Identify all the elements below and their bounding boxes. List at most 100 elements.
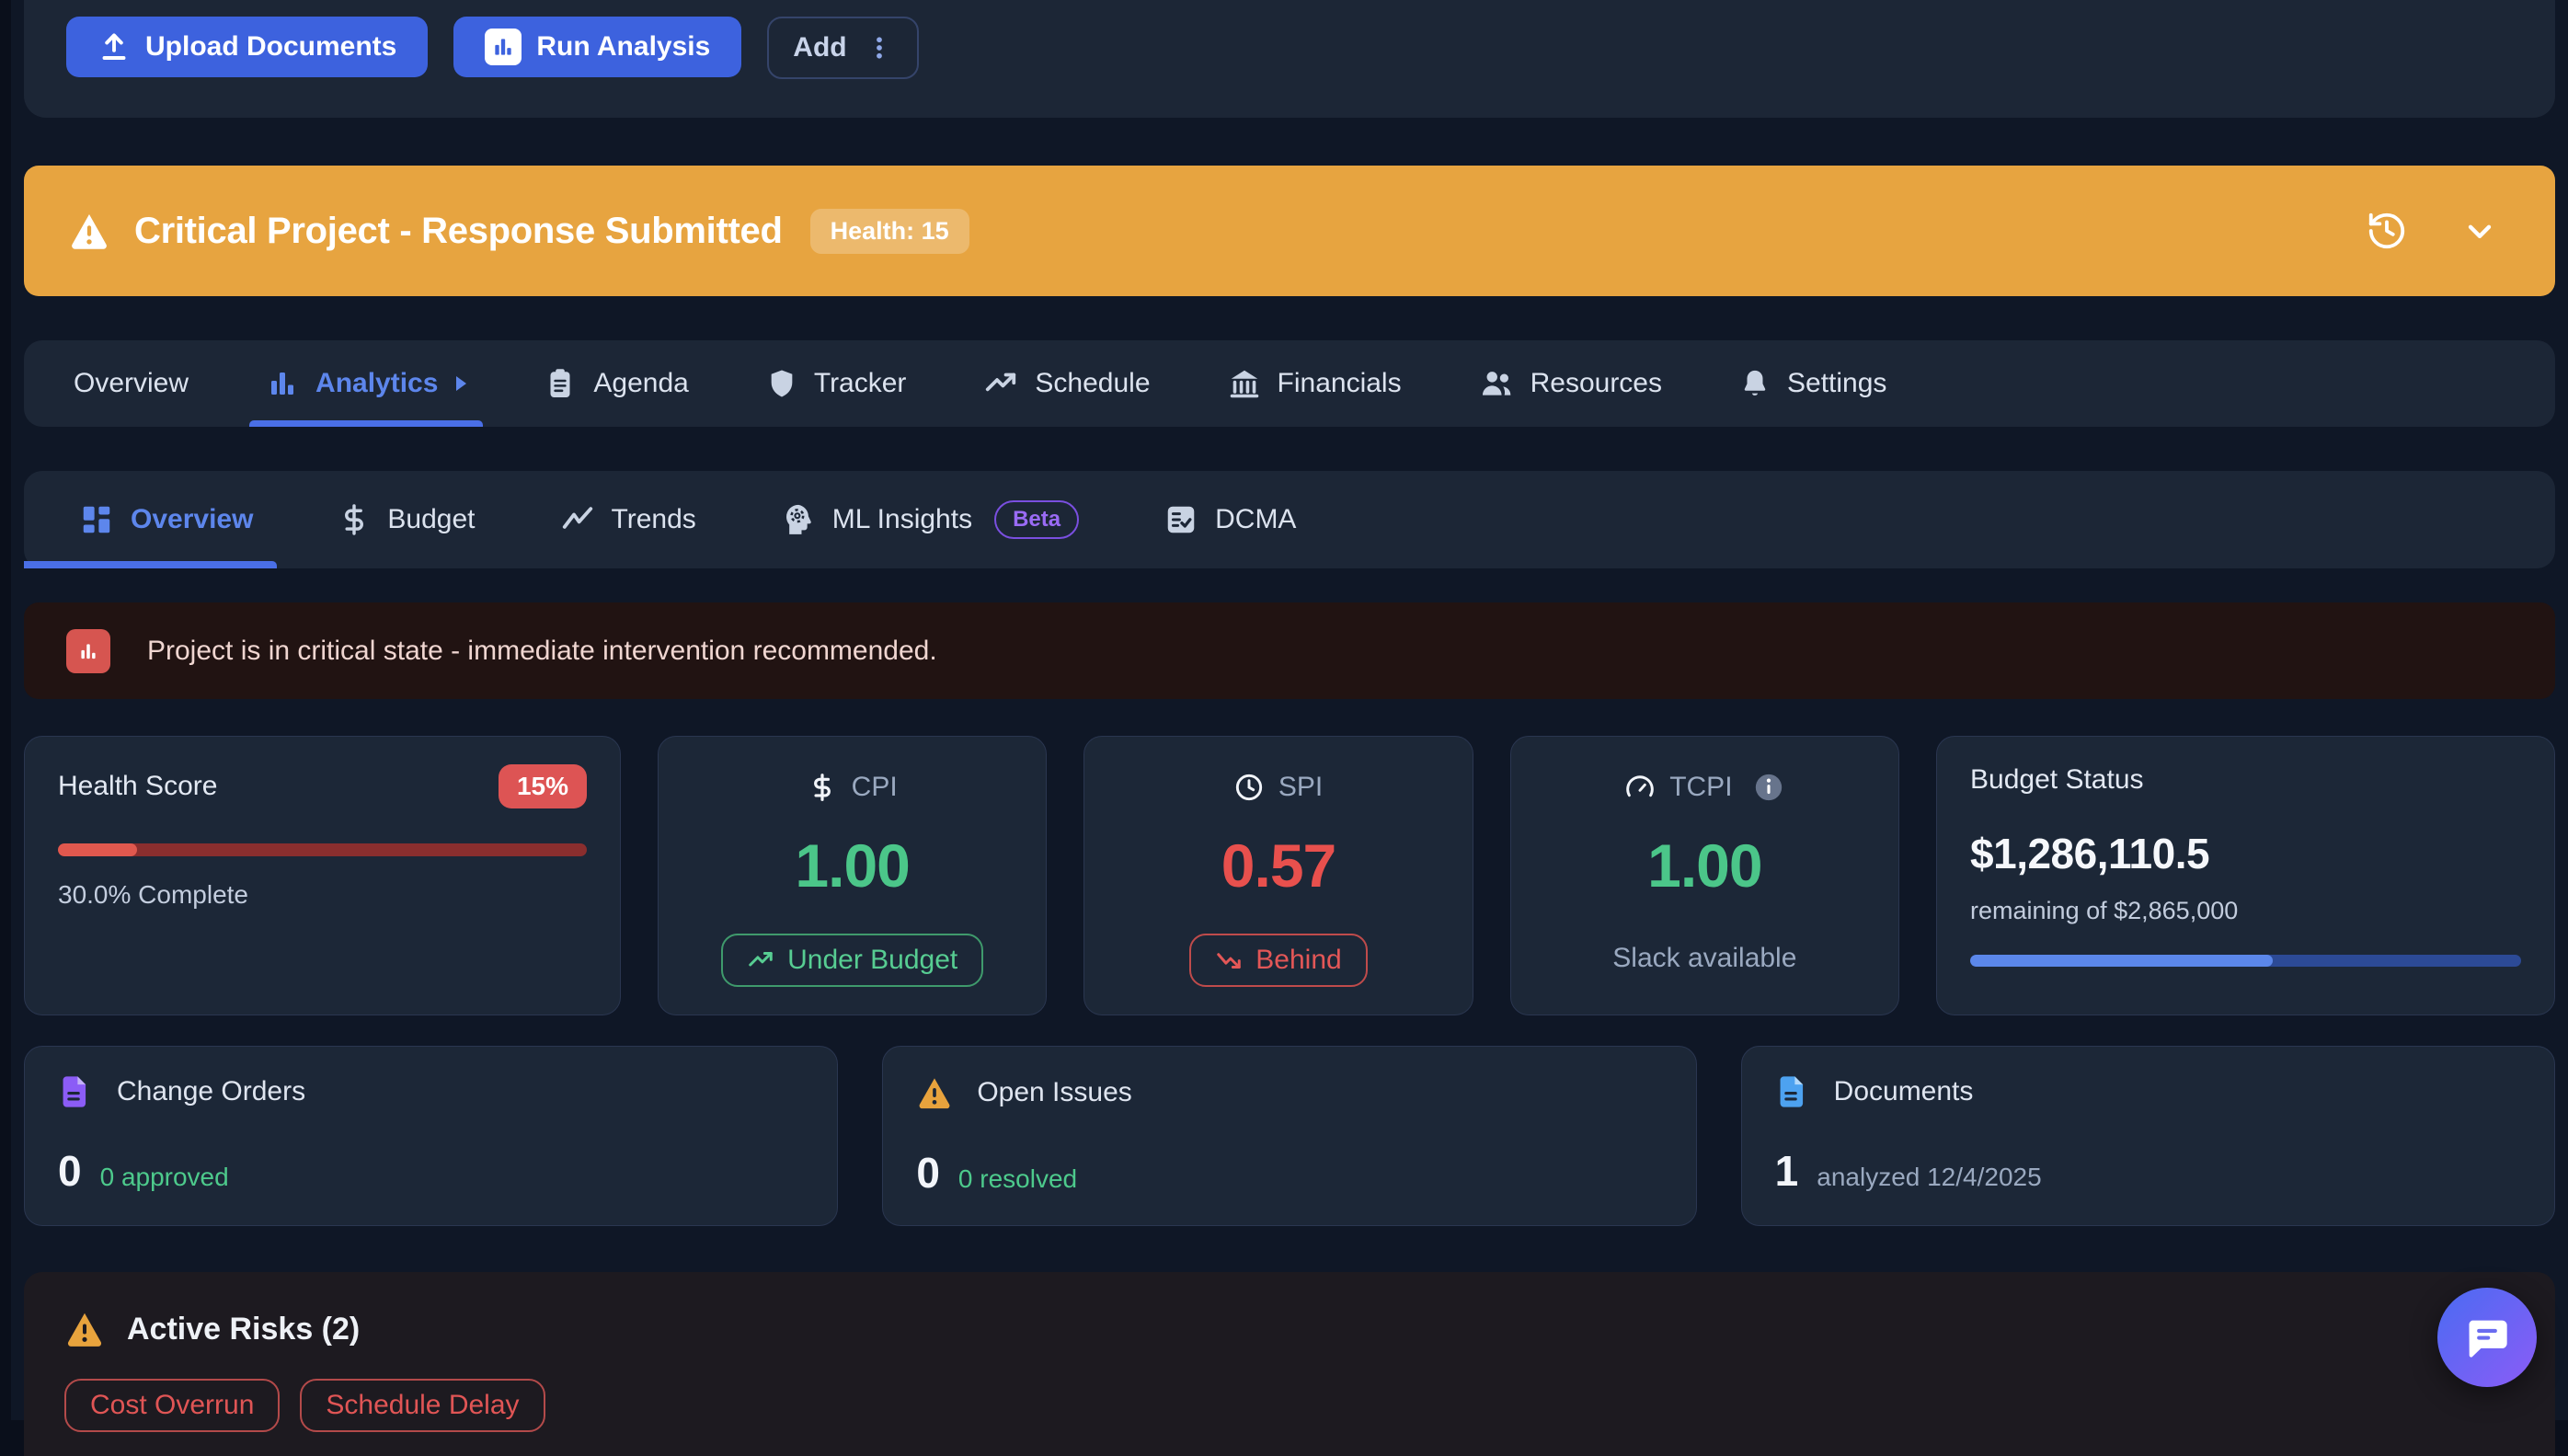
- open-issues-title: Open Issues: [977, 1077, 1131, 1108]
- health-progress-fill: [58, 843, 137, 856]
- budget-caption: remaining of $2,865,000: [1970, 897, 2521, 925]
- tcpi-caption: Slack available: [1612, 943, 1796, 974]
- nav-analytics-label: Analytics: [315, 368, 438, 399]
- subtab-dcma-label: DCMA: [1215, 504, 1296, 535]
- file-blue-icon: [1775, 1074, 1810, 1109]
- subtab-trends-label: Trends: [612, 504, 696, 535]
- nav-overview-label: Overview: [74, 368, 189, 399]
- budget-status-card: Budget Status $1,286,110.5 remaining of …: [1936, 736, 2555, 1015]
- open-issues-caption: 0 resolved: [958, 1164, 1077, 1194]
- history-icon[interactable]: [2366, 210, 2408, 252]
- nav-tab-settings[interactable]: Settings: [1739, 340, 1886, 427]
- subtab-ml-insights[interactable]: ML Insights Beta: [781, 471, 1079, 568]
- health-score-title: Health Score: [58, 771, 217, 802]
- dollar-icon: [338, 503, 371, 536]
- spi-status-badge: Behind: [1189, 934, 1367, 987]
- nav-settings-label: Settings: [1787, 368, 1886, 399]
- risks-warning-icon: [64, 1309, 105, 1349]
- file-purple-icon: [58, 1074, 93, 1109]
- health-complete-caption: 30.0% Complete: [58, 880, 587, 910]
- nav-tab-agenda[interactable]: Agenda: [544, 340, 688, 427]
- documents-title: Documents: [1834, 1076, 1974, 1107]
- page: Upload Documents Run Analysis Add Critic…: [11, 0, 2568, 1420]
- bar-chart-icon: [485, 29, 522, 65]
- tcpi-card: TCPI 1.00 Slack available: [1510, 736, 1899, 1015]
- checklist-icon: [1164, 502, 1198, 537]
- main-nav: Overview Analytics Agenda Tracker Sch: [24, 340, 2555, 427]
- bank-icon: [1228, 367, 1261, 400]
- active-risks-panel: Active Risks (2) Cost Overrun Schedule D…: [24, 1272, 2555, 1456]
- trend-line-icon: [560, 502, 595, 537]
- change-orders-caption: 0 approved: [100, 1163, 229, 1192]
- critical-state-alert: Project is in critical state - immediate…: [24, 602, 2555, 699]
- run-analysis-button[interactable]: Run Analysis: [453, 17, 741, 77]
- health-score-card: Health Score 15% 30.0% Complete: [24, 736, 621, 1015]
- nav-tab-overview[interactable]: Overview: [74, 340, 189, 427]
- documents-caption: analyzed 12/4/2025: [1817, 1163, 2041, 1192]
- warning-triangle-icon: [68, 210, 110, 252]
- risk-badge-cost-overrun[interactable]: Cost Overrun: [64, 1379, 280, 1432]
- subtab-budget-label: Budget: [387, 504, 475, 535]
- subtab-overview-label: Overview: [131, 504, 253, 535]
- nav-tab-resources[interactable]: Resources: [1479, 340, 1662, 427]
- health-progress-bar: [58, 843, 587, 856]
- trending-up-icon: [983, 366, 1018, 401]
- health-badge: Health: 15: [810, 209, 969, 254]
- nav-tracker-label: Tracker: [814, 368, 907, 399]
- banner-title: Critical Project - Response Submitted: [134, 211, 783, 252]
- upload-icon: [97, 30, 131, 63]
- budget-progress-bar: [1970, 955, 2521, 967]
- cpi-value: 1.00: [795, 831, 909, 900]
- subtab-budget[interactable]: Budget: [338, 471, 475, 568]
- nav-tab-analytics[interactable]: Analytics: [266, 340, 466, 427]
- risk-badge-schedule-delay[interactable]: Schedule Delay: [300, 1379, 545, 1432]
- dashboard-grid-icon: [79, 502, 114, 537]
- nav-tab-financials[interactable]: Financials: [1228, 340, 1402, 427]
- info-icon[interactable]: [1753, 772, 1784, 803]
- nav-tab-tracker[interactable]: Tracker: [766, 340, 907, 427]
- banner-chevron-down-icon[interactable]: [2461, 212, 2498, 249]
- subtab-overview[interactable]: Overview: [79, 471, 253, 568]
- nav-agenda-label: Agenda: [593, 368, 688, 399]
- cpi-status-badge: Under Budget: [721, 934, 983, 987]
- bell-icon: [1739, 368, 1771, 399]
- cpi-status-label: Under Budget: [787, 945, 957, 976]
- alert-chart-icon: [66, 629, 110, 673]
- open-issues-count: 0: [916, 1148, 940, 1198]
- change-orders-card: Change Orders 0 0 approved: [24, 1046, 838, 1226]
- stats-row: Change Orders 0 0 approved Open Issues 0…: [24, 1046, 2555, 1226]
- nav-tab-schedule[interactable]: Schedule: [983, 340, 1150, 427]
- add-label: Add: [793, 32, 846, 63]
- caret-right-icon: [456, 376, 466, 391]
- ml-head-gear-icon: [781, 502, 816, 537]
- metrics-row: Health Score 15% 30.0% Complete CPI 1.00…: [24, 736, 2555, 999]
- cpi-label: CPI: [852, 772, 898, 803]
- nav-financials-label: Financials: [1278, 368, 1402, 399]
- critical-banner[interactable]: Critical Project - Response Submitted He…: [24, 166, 2555, 296]
- chat-bubble-icon: [2463, 1313, 2511, 1361]
- alert-message: Project is in critical state - immediate…: [147, 636, 937, 667]
- documents-count: 1: [1775, 1146, 1799, 1196]
- upload-documents-button[interactable]: Upload Documents: [66, 17, 428, 77]
- add-button[interactable]: Add: [767, 17, 918, 79]
- spi-value: 0.57: [1221, 831, 1336, 900]
- shield-icon: [766, 368, 797, 399]
- users-icon: [1479, 366, 1514, 401]
- cpi-card: CPI 1.00 Under Budget: [658, 736, 1047, 1015]
- beta-badge: Beta: [994, 500, 1079, 539]
- change-orders-count: 0: [58, 1146, 82, 1196]
- subtab-trends[interactable]: Trends: [560, 471, 696, 568]
- health-percent-badge: 15%: [499, 764, 587, 808]
- warning-orange-icon: [916, 1074, 953, 1111]
- spi-card: SPI 0.57 Behind: [1083, 736, 1473, 1015]
- subtab-dcma[interactable]: DCMA: [1164, 471, 1296, 568]
- upload-documents-label: Upload Documents: [145, 31, 396, 63]
- kebab-menu-icon: [866, 32, 893, 63]
- nav-schedule-label: Schedule: [1035, 368, 1150, 399]
- clipboard-icon: [544, 367, 577, 400]
- chat-fab-button[interactable]: [2437, 1288, 2537, 1387]
- top-toolbar: Upload Documents Run Analysis Add: [24, 0, 2555, 118]
- trend-down-icon: [1215, 946, 1243, 974]
- trend-up-icon: [747, 946, 774, 974]
- change-orders-title: Change Orders: [117, 1076, 305, 1107]
